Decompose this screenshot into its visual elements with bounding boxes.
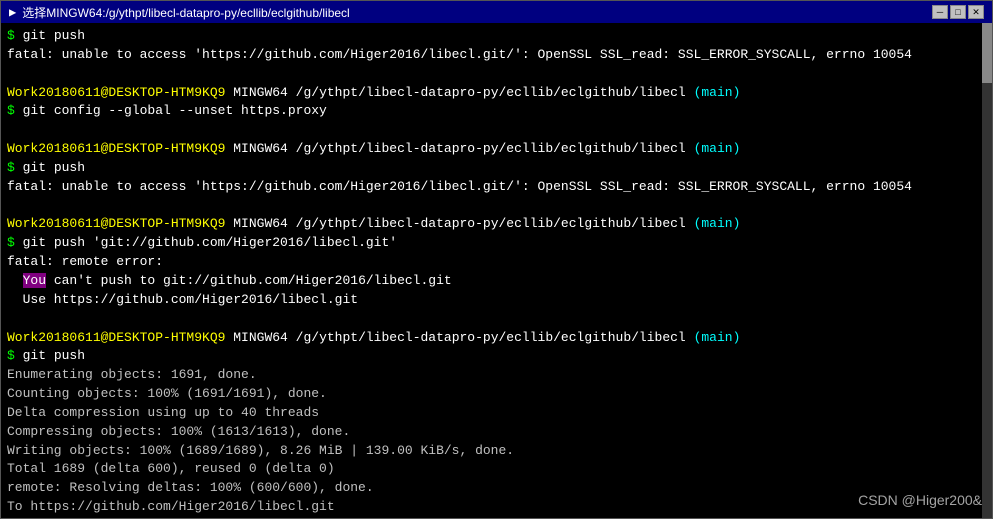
terminal-line: fatal: unable to access 'https://github.… [7, 46, 986, 65]
terminal-line: 298de5f..f0f7eef main -> main [7, 517, 986, 518]
terminal-line: Work20180611@DESKTOP-HTM9KQ9 MINGW64 /g/… [7, 140, 986, 159]
terminal-line: fatal: unable to access 'https://github.… [7, 178, 986, 197]
terminal-window: ▶ 选择MINGW64:/g/ythpt/libecl-datapro-py/e… [0, 0, 993, 519]
terminal-output: $ git pushfatal: unable to access 'https… [7, 27, 986, 518]
terminal-line: Work20180611@DESKTOP-HTM9KQ9 MINGW64 /g/… [7, 329, 986, 348]
close-button[interactable]: ✕ [968, 5, 984, 19]
terminal-line: $ git push [7, 347, 986, 366]
terminal-line: Work20180611@DESKTOP-HTM9KQ9 MINGW64 /g/… [7, 84, 986, 103]
terminal-line [7, 310, 986, 329]
terminal-line: Use https://github.com/Higer2016/libecl.… [7, 291, 986, 310]
terminal-line: You can't push to git://github.com/Higer… [7, 272, 986, 291]
terminal-line: Enumerating objects: 1691, done. [7, 366, 986, 385]
terminal-line: Compressing objects: 100% (1613/1613), d… [7, 423, 986, 442]
terminal-line: $ git push 'git://github.com/Higer2016/l… [7, 234, 986, 253]
terminal-line: $ git push [7, 27, 986, 46]
scrollbar-thumb[interactable] [982, 23, 992, 83]
minimize-button[interactable]: ─ [932, 5, 948, 19]
terminal-line [7, 197, 986, 216]
terminal-body[interactable]: $ git pushfatal: unable to access 'https… [1, 23, 992, 518]
terminal-line [7, 121, 986, 140]
title-bar-left: ▶ 选择MINGW64:/g/ythpt/libecl-datapro-py/e… [9, 4, 350, 21]
terminal-line: Total 1689 (delta 600), reused 0 (delta … [7, 460, 986, 479]
maximize-button[interactable]: □ [950, 5, 966, 19]
title-bar-text: 选择MINGW64:/g/ythpt/libecl-datapro-py/ecl… [22, 4, 349, 21]
terminal-line: Counting objects: 100% (1691/1691), done… [7, 385, 986, 404]
title-bar: ▶ 选择MINGW64:/g/ythpt/libecl-datapro-py/e… [1, 1, 992, 23]
terminal-line: $ git config --global --unset https.prox… [7, 102, 986, 121]
terminal-line: To https://github.com/Higer2016/libecl.g… [7, 498, 986, 517]
scrollbar[interactable] [982, 23, 992, 518]
terminal-line: $ git push [7, 159, 986, 178]
terminal-line: fatal: remote error: [7, 253, 986, 272]
watermark: CSDN @Higer200& [858, 492, 982, 508]
window-icon: ▶ [9, 5, 16, 20]
terminal-line [7, 65, 986, 84]
terminal-line: Writing objects: 100% (1689/1689), 8.26 … [7, 442, 986, 461]
title-bar-controls: ─ □ ✕ [932, 5, 984, 19]
terminal-line: Delta compression using up to 40 threads [7, 404, 986, 423]
terminal-line: remote: Resolving deltas: 100% (600/600)… [7, 479, 986, 498]
terminal-line: Work20180611@DESKTOP-HTM9KQ9 MINGW64 /g/… [7, 215, 986, 234]
